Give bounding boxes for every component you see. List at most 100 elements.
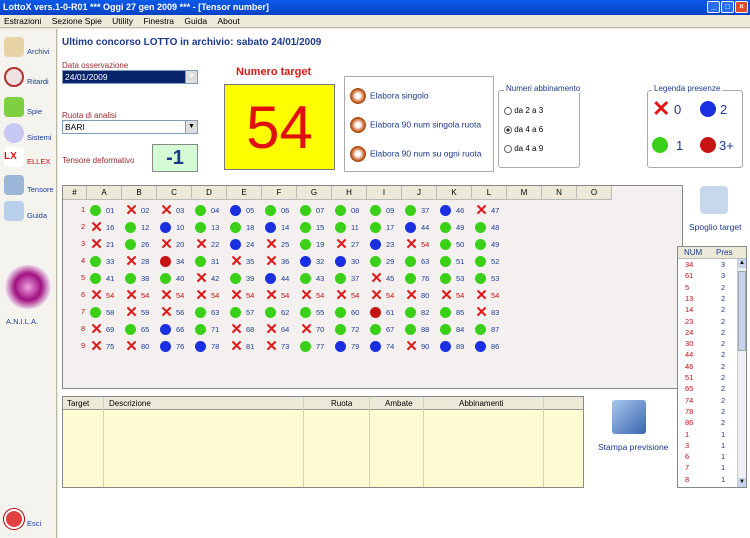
side-table-row[interactable]: 23 2 xyxy=(679,317,737,328)
side-table-row[interactable]: 31 xyxy=(679,441,737,452)
grid-number[interactable]: 52 xyxy=(491,257,499,266)
grid-number[interactable]: 50 xyxy=(456,240,464,249)
grid-number[interactable]: 80 xyxy=(421,291,429,300)
grid-number[interactable]: 19 xyxy=(316,240,324,249)
menu-guida[interactable]: Guida xyxy=(180,15,211,28)
grid-number[interactable]: 26 xyxy=(141,240,149,249)
grid-number[interactable]: 69 xyxy=(106,325,114,334)
tensore-value[interactable]: -1 xyxy=(152,144,198,172)
side-table-row[interactable]: 61 3 xyxy=(679,271,737,282)
grid-number[interactable]: 54 xyxy=(351,291,359,300)
menu-about[interactable]: About xyxy=(213,15,243,28)
grid-number[interactable]: 64 xyxy=(281,325,289,334)
grid-number[interactable]: 11 xyxy=(351,223,359,232)
col-abbinamenti[interactable]: Abbinamenti xyxy=(459,397,503,410)
grid-number[interactable]: 12 xyxy=(141,223,149,232)
menu-utility[interactable]: Utility xyxy=(108,15,137,28)
grid-number[interactable]: 63 xyxy=(421,257,429,266)
grid-number[interactable]: 88 xyxy=(421,325,429,334)
grid-number[interactable]: 81 xyxy=(246,342,254,351)
grid-number[interactable]: 74 xyxy=(386,342,394,351)
grid-number[interactable]: 16 xyxy=(106,223,114,232)
side-table-row[interactable]: 14 2 xyxy=(679,305,737,316)
grid-number[interactable]: 54 xyxy=(106,291,114,300)
grid-number[interactable]: 42 xyxy=(211,274,219,283)
grid-number[interactable]: 45 xyxy=(386,274,394,283)
side-table-row[interactable]: 78 2 xyxy=(679,407,737,418)
menu-sezione-spie[interactable]: Sezione Spie xyxy=(48,15,106,28)
side-table-row[interactable]: 34 3 xyxy=(679,260,737,271)
grid-number[interactable]: 47 xyxy=(491,206,499,215)
elabora-ogni-ruota-button[interactable]: Elabora 90 num su ogni ruota xyxy=(350,146,482,162)
printer-icon[interactable] xyxy=(612,400,646,434)
col-ruota[interactable]: Ruota xyxy=(331,397,352,410)
grid-number[interactable]: 77 xyxy=(316,342,324,351)
grid-number[interactable]: 48 xyxy=(491,223,499,232)
grid-number[interactable]: 89 xyxy=(456,342,464,351)
ellex-button[interactable]: LX ELLEX xyxy=(2,145,56,173)
menu-finestra[interactable]: Finestra xyxy=(139,15,178,28)
data-select[interactable]: 24/01/2009 ▼ xyxy=(62,70,198,84)
guida-button[interactable]: Guida xyxy=(2,199,56,227)
grid-number[interactable]: 36 xyxy=(281,257,289,266)
side-table-row[interactable]: 51 2 xyxy=(679,373,737,384)
elabora-singolo-button[interactable]: Elabora singolo xyxy=(350,88,429,104)
grid-number[interactable]: 79 xyxy=(351,342,359,351)
grid-number[interactable]: 37 xyxy=(421,206,429,215)
grid-number[interactable]: 43 xyxy=(316,274,324,283)
col-ambate[interactable]: Ambate xyxy=(385,397,413,410)
grid-number[interactable]: 66 xyxy=(176,325,184,334)
grid-number[interactable]: 04 xyxy=(211,206,219,215)
grid-number[interactable]: 32 xyxy=(316,257,324,266)
grid-number[interactable]: 86 xyxy=(491,342,499,351)
grid-number[interactable]: 23 xyxy=(386,240,394,249)
scroll-thumb[interactable] xyxy=(738,271,746,351)
grid-number[interactable]: 14 xyxy=(281,223,289,232)
grid-number[interactable]: 24 xyxy=(246,240,254,249)
ritardi-button[interactable]: Ritardi xyxy=(2,65,56,93)
side-table-row[interactable]: 13 2 xyxy=(679,294,737,305)
grid-number[interactable]: 54 xyxy=(211,291,219,300)
grid-number[interactable]: 87 xyxy=(491,325,499,334)
scroll-up-icon[interactable]: ▲ xyxy=(738,259,746,268)
grid-number[interactable]: 35 xyxy=(246,257,254,266)
col-descrizione[interactable]: Descrizione xyxy=(109,397,151,410)
grid-number[interactable]: 27 xyxy=(351,240,359,249)
elabora-ruota-button[interactable]: Elabora 90 num singola ruota xyxy=(350,117,481,133)
stampa-button[interactable]: Stampa previsione xyxy=(598,442,668,452)
grid-number[interactable]: 54 xyxy=(281,291,289,300)
grid-number[interactable]: 59 xyxy=(141,308,149,317)
grid-number[interactable]: 68 xyxy=(246,325,254,334)
side-table-row[interactable]: 52 xyxy=(679,283,737,294)
grid-number[interactable]: 84 xyxy=(456,325,464,334)
archivi-button[interactable]: Archivi xyxy=(2,35,56,63)
minimize-icon[interactable]: _ xyxy=(707,1,720,13)
grid-number[interactable]: 18 xyxy=(246,223,254,232)
side-table-row[interactable]: 44 2 xyxy=(679,350,737,361)
grid-number[interactable]: 37 xyxy=(351,274,359,283)
radio-2-3[interactable]: da 2 a 3 xyxy=(504,106,543,115)
tensore-button[interactable]: Tensore xyxy=(2,173,56,201)
col-target[interactable]: Target xyxy=(67,397,89,410)
grid-number[interactable]: 61 xyxy=(386,308,394,317)
side-table-scrollbar[interactable]: ▲ ▼ xyxy=(737,259,746,487)
scroll-down-icon[interactable]: ▼ xyxy=(738,478,746,487)
grid-number[interactable]: 31 xyxy=(211,257,219,266)
grid-number[interactable]: 33 xyxy=(106,257,114,266)
side-table-row[interactable]: 71 xyxy=(679,463,737,474)
grid-number[interactable]: 39 xyxy=(246,274,254,283)
grid-number[interactable]: 83 xyxy=(491,308,499,317)
grid-number[interactable]: 53 xyxy=(491,274,499,283)
grid-number[interactable]: 85 xyxy=(456,308,464,317)
grid-number[interactable]: 06 xyxy=(281,206,289,215)
grid-number[interactable]: 25 xyxy=(281,240,289,249)
grid-number[interactable]: 49 xyxy=(491,240,499,249)
grid-number[interactable]: 29 xyxy=(386,257,394,266)
grid-number[interactable]: 67 xyxy=(386,325,394,334)
grid-number[interactable]: 10 xyxy=(176,223,184,232)
grid-number[interactable]: 40 xyxy=(176,274,184,283)
side-table-row[interactable]: 46 2 xyxy=(679,362,737,373)
grid-number[interactable]: 76 xyxy=(176,342,184,351)
grid-number[interactable]: 54 xyxy=(316,291,324,300)
grid-number[interactable]: 08 xyxy=(351,206,359,215)
